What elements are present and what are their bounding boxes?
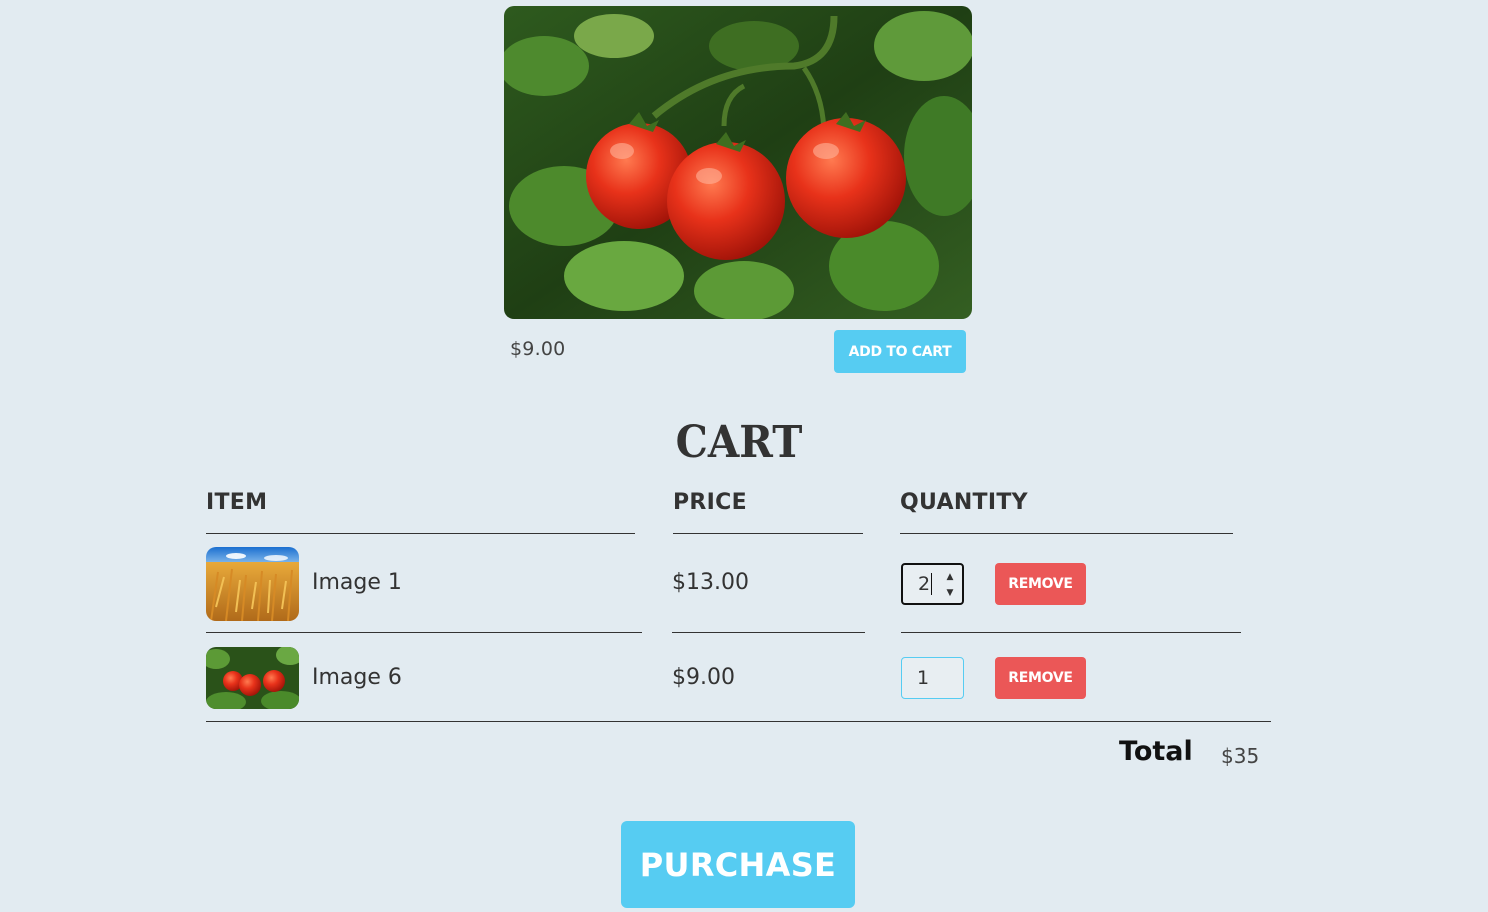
total-divider [206,721,1271,722]
product-price: $9.00 [510,338,566,360]
add-to-cart-button[interactable]: ADD TO CART [834,330,966,373]
row-divider [672,632,865,633]
quantity-spinner[interactable]: ▲ ▼ [944,571,956,599]
quantity-value: 1 [917,667,930,689]
text-caret [931,573,933,595]
total-label: Total [1119,736,1193,767]
column-header-quantity: QUANTITY [900,490,1233,534]
column-header-item: ITEM [206,490,635,534]
row-divider [206,632,642,633]
quantity-input[interactable]: 2 ▲ ▼ [901,563,964,605]
wheat-thumbnail [206,547,299,621]
item-price: $13.00 [672,570,749,595]
quantity-input[interactable]: 1 [901,657,964,699]
row-divider [901,632,1241,633]
column-header-price: PRICE [673,490,863,534]
item-name: Image 6 [312,665,402,690]
item-name: Image 1 [312,570,402,595]
tomato-thumbnail [206,647,299,709]
product-image [504,6,972,319]
remove-button[interactable]: REMOVE [995,563,1086,605]
total-value: $35 [1221,744,1260,768]
quantity-value: 2 [918,573,931,595]
store-page: $9.00 ADD TO CART CART ITEM PRICE QUANTI… [0,0,1488,912]
spinner-down-icon[interactable]: ▼ [947,587,954,599]
purchase-button[interactable]: PURCHASE [621,821,855,908]
spinner-up-icon[interactable]: ▲ [947,571,954,583]
remove-button[interactable]: REMOVE [995,657,1086,699]
cart-title: CART [675,417,803,468]
item-price: $9.00 [672,665,735,690]
